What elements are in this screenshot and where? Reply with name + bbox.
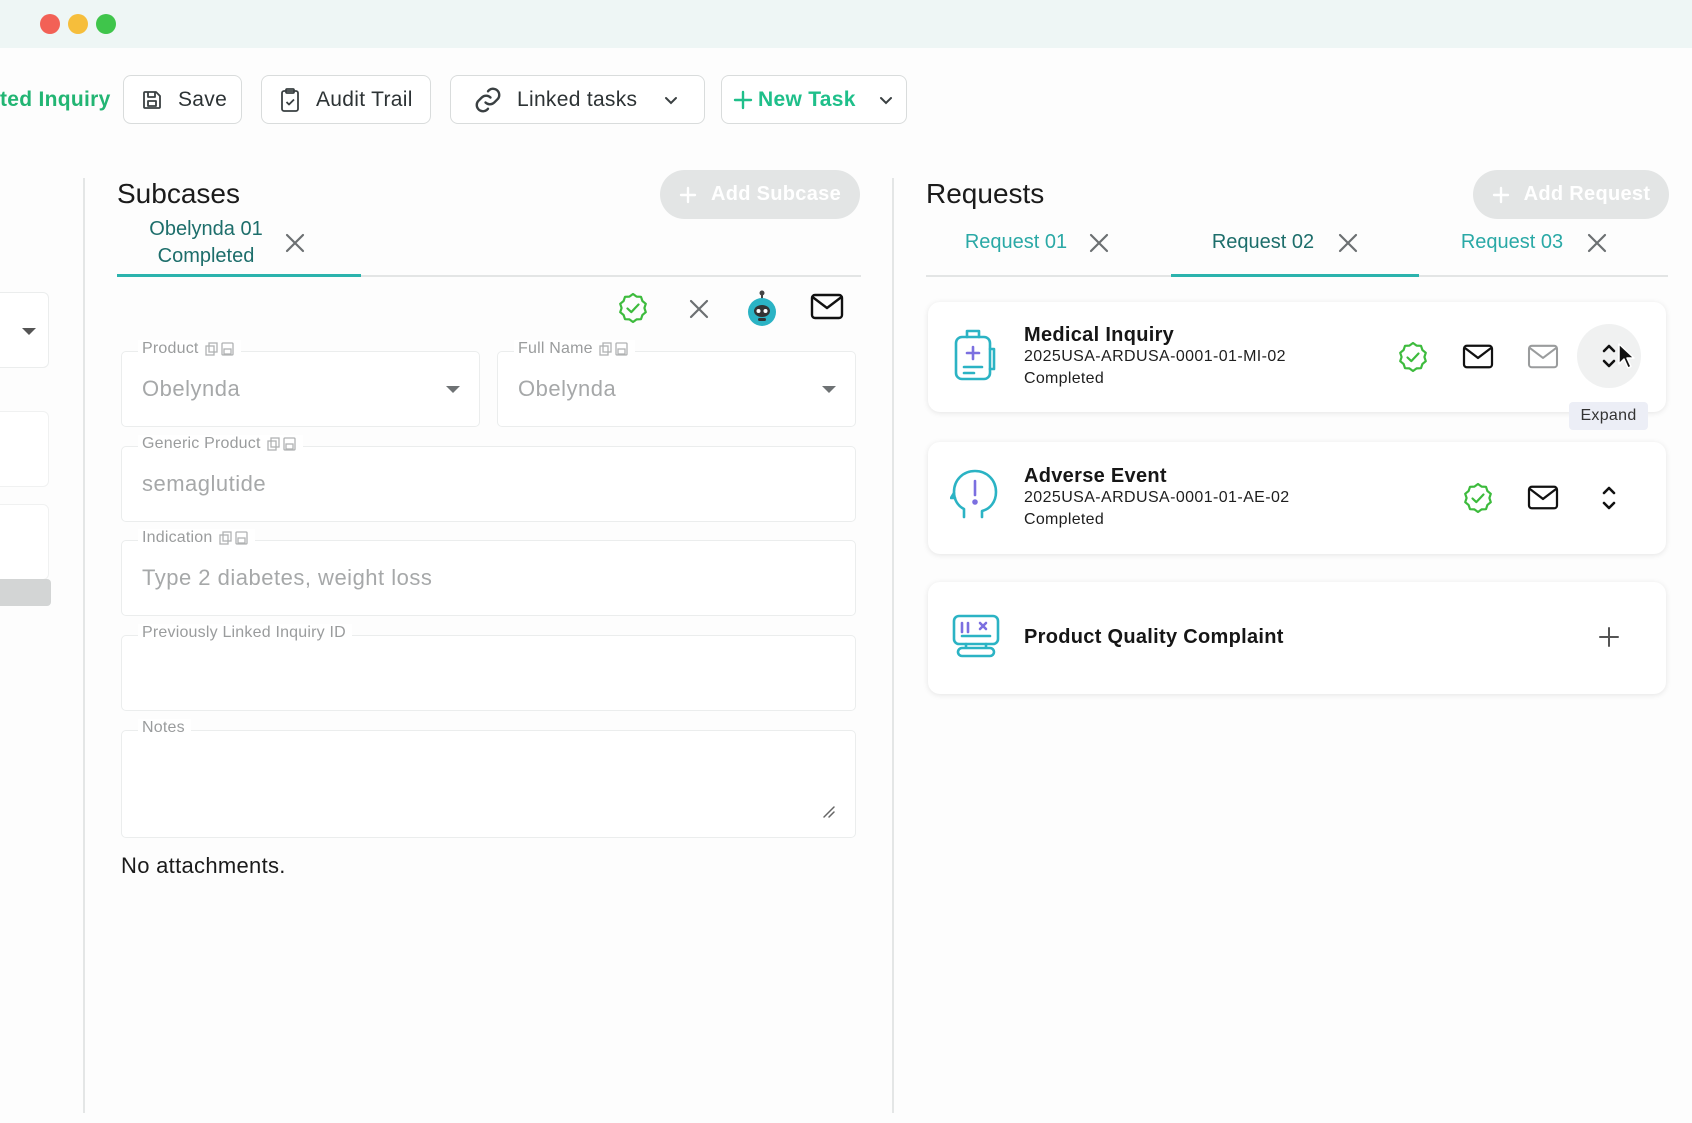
close-icon[interactable]	[1586, 232, 1608, 254]
linked-tasks-label: Linked tasks	[517, 87, 638, 111]
close-window-button[interactable]	[40, 14, 60, 34]
caret-down-icon	[822, 386, 836, 393]
clipboard-check-icon	[281, 87, 299, 112]
tab-subcase-name: Obelynda 01	[149, 218, 263, 240]
expand-button[interactable]	[1577, 324, 1641, 388]
tab-subcase-status: Completed	[157, 245, 255, 267]
left-select-fragment[interactable]	[0, 292, 49, 368]
robot-icon[interactable]	[744, 290, 780, 326]
generic-product-label: Generic Product	[138, 435, 303, 453]
request-card-adverse-event[interactable]: Adverse Event 2025USA-ARDUSA-0001-01-AE-…	[928, 442, 1666, 554]
mouse-cursor-icon	[1618, 343, 1635, 369]
card-status: Completed	[1024, 511, 1105, 528]
copy-icon	[218, 531, 248, 545]
full-name-label: Full Name	[514, 340, 635, 358]
add-request-label: Add Request	[1523, 183, 1651, 205]
inquiry-link[interactable]: ted Inquiry	[0, 88, 111, 112]
product-value: Obelynda	[142, 376, 241, 401]
copy-icon	[204, 342, 234, 356]
expand-chevrons-icon[interactable]	[1599, 484, 1619, 512]
left-field-fragment	[0, 411, 49, 487]
divider	[892, 178, 894, 1113]
chevron-down-icon	[665, 96, 678, 104]
new-task-dropdown[interactable]: New Task	[721, 75, 907, 124]
subcases-title: Subcases	[117, 178, 240, 209]
notes-label: Notes	[138, 719, 191, 737]
chevron-down-icon	[879, 96, 892, 104]
mail-icon[interactable]	[1462, 343, 1494, 371]
new-task-label: New Task	[758, 87, 856, 111]
linked-tasks-dropdown[interactable]: Linked tasks	[450, 75, 705, 124]
request-card-medical-inquiry[interactable]: Medical Inquiry 2025USA-ARDUSA-0001-01-M…	[928, 302, 1666, 412]
save-icon	[143, 90, 161, 109]
card-title: Product Quality Complaint	[1024, 626, 1284, 648]
copy-icon	[266, 437, 296, 451]
divider	[83, 178, 85, 1113]
tab-request-02[interactable]: Request 02	[1207, 229, 1319, 256]
previous-inquiry-label: Previously Linked Inquiry ID	[138, 624, 352, 642]
generic-product-value: semaglutide	[142, 471, 267, 496]
audit-trail-label: Audit Trail	[316, 87, 413, 111]
indication-value: Type 2 diabetes, weight loss	[142, 565, 433, 590]
tab-request-03[interactable]: Request 03	[1456, 229, 1568, 256]
copy-icon	[599, 342, 628, 356]
active-tab-indicator	[117, 274, 361, 277]
zoom-window-button[interactable]	[96, 14, 116, 34]
generic-product-field[interactable]: Generic Product semaglutide	[121, 435, 856, 522]
plus-icon	[1492, 186, 1509, 203]
product-label: Product	[138, 340, 241, 358]
save-label: Save	[178, 87, 228, 111]
full-name-value: Obelynda	[518, 376, 617, 401]
audit-trail-button[interactable]: Audit Trail	[261, 75, 431, 124]
expand-chevrons-icon	[1602, 344, 1616, 368]
mail-icon[interactable]	[1527, 343, 1559, 371]
card-id: 2025USA-ARDUSA-0001-01-AE-02	[1024, 489, 1290, 506]
caret-down-icon	[22, 328, 36, 335]
device-icon	[952, 614, 1000, 658]
medical-bag-icon	[954, 329, 996, 381]
request-card-product-quality-complaint[interactable]: Product Quality Complaint	[928, 582, 1666, 694]
previous-inquiry-field[interactable]: Previously Linked Inquiry ID	[121, 624, 856, 711]
card-title: Medical Inquiry	[1024, 324, 1175, 346]
head-alert-icon	[950, 469, 998, 519]
tab-request-01[interactable]: Request 01	[960, 229, 1072, 256]
verified-badge-icon[interactable]	[1397, 341, 1429, 373]
close-icon[interactable]	[284, 232, 306, 254]
plus-icon[interactable]	[1598, 626, 1620, 648]
plus-icon	[679, 186, 697, 203]
add-request-button[interactable]: Add Request	[1473, 170, 1669, 219]
close-icon[interactable]	[688, 298, 710, 320]
left-field-fragment	[0, 504, 49, 580]
mail-icon[interactable]	[810, 292, 844, 322]
indication-label: Indication	[138, 529, 255, 547]
add-subcase-button[interactable]: Add Subcase	[660, 170, 860, 219]
verified-badge-icon[interactable]	[1462, 482, 1494, 514]
product-select[interactable]: Product Obelynda	[121, 340, 480, 427]
close-icon[interactable]	[1337, 232, 1359, 254]
tab-subcase-1[interactable]: Obelynda 01 Completed	[140, 216, 272, 270]
link-icon	[475, 87, 501, 112]
save-button[interactable]: Save	[123, 75, 242, 124]
window-titlebar	[0, 0, 1692, 48]
indication-field[interactable]: Indication Type 2 diabetes, weight loss	[121, 529, 856, 616]
notes-textarea[interactable]: Notes	[121, 719, 856, 838]
left-bar-fragment	[0, 579, 51, 606]
full-name-select[interactable]: Full Name Obelynda	[497, 340, 856, 427]
close-icon[interactable]	[1088, 232, 1110, 254]
minimize-window-button[interactable]	[68, 14, 88, 34]
card-title: Adverse Event	[1024, 465, 1167, 487]
expand-tooltip: Expand	[1569, 402, 1648, 430]
caret-down-icon	[446, 386, 460, 393]
active-tab-indicator	[1171, 274, 1419, 277]
mail-icon[interactable]	[1527, 484, 1559, 512]
requests-title: Requests	[926, 178, 1045, 209]
plus-icon	[733, 90, 753, 109]
add-subcase-label: Add Subcase	[711, 183, 841, 205]
resize-handle-icon[interactable]	[820, 803, 836, 819]
verified-badge-icon[interactable]	[617, 292, 649, 324]
attachments-status: No attachments.	[121, 853, 286, 878]
card-id: 2025USA-ARDUSA-0001-01-MI-02	[1024, 348, 1286, 365]
card-status: Completed	[1024, 370, 1105, 387]
